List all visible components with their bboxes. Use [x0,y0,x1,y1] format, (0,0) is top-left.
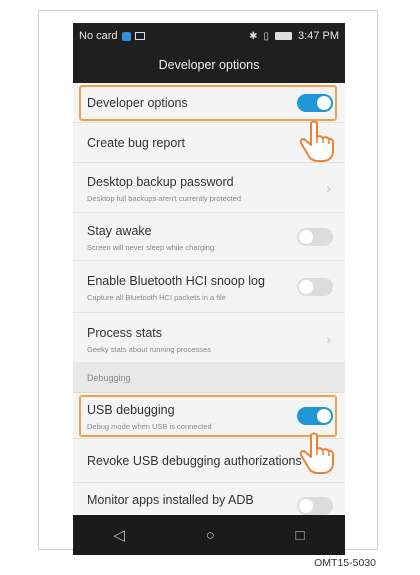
tap-hand-icon [299,432,334,474]
revoke-usb-label: Revoke USB debugging authorizations [87,454,302,468]
create-bug-report-label: Create bug report [87,136,185,150]
vibrate-icon: ▯ [263,30,270,42]
process-stats-summary: Geeky stats about running processes [87,345,211,354]
figure-frame: No card ✱ ▯ 3:47 PM Developer options De… [38,10,378,555]
back-icon[interactable]: ◁ [113,526,125,544]
toggle-knob [299,280,313,294]
desktop-backup-password-row[interactable]: Desktop backup password Desktop full bac… [73,163,345,213]
clock-text: 3:47 PM [298,30,339,42]
chevron-right-icon: › [326,180,331,196]
section-header-debugging: Debugging [73,363,345,393]
bt-hci-snoop-summary: Capture all Bluetooth HCI packets in a f… [87,293,226,302]
figure-caption: OMT15-5030 [314,557,376,569]
process-stats-label: Process stats [87,326,163,340]
sim-icon [121,31,131,41]
battery-icon [275,32,293,40]
stay-awake-label: Stay awake [87,224,152,238]
highlight-developer-options [79,85,337,121]
page-title: Developer options [73,48,345,83]
image-icon [134,32,145,40]
section-label: Debugging [87,373,131,383]
desktop-backup-password-label: Desktop backup password [87,175,234,189]
status-bar: No card ✱ ▯ 3:47 PM [73,23,345,48]
desktop-backup-password-summary: Desktop full backups aren't currently pr… [87,194,242,203]
bt-hci-snoop-toggle[interactable] [297,278,333,296]
carrier-text: No card [79,30,118,42]
stay-awake-toggle[interactable] [297,228,333,246]
stay-awake-row[interactable]: Stay awake Screen will never sleep while… [73,213,345,261]
toggle-knob [299,499,313,513]
stay-awake-summary: Screen will never sleep while charging [87,243,215,252]
bluetooth-icon: ✱ [249,30,258,42]
bt-hci-snoop-row[interactable]: Enable Bluetooth HCI snoop log Capture a… [73,261,345,313]
tap-hand-icon [299,120,334,162]
bt-hci-snoop-label: Enable Bluetooth HCI snoop log [87,274,265,288]
toggle-knob [299,230,313,244]
recent-apps-icon[interactable]: □ [296,527,305,544]
navigation-bar: ◁ ○ □ [73,515,345,555]
monitor-apps-label: Monitor apps installed by ADB [87,493,254,507]
monitor-apps-toggle[interactable] [297,497,333,515]
phone-screen: No card ✱ ▯ 3:47 PM Developer options De… [73,23,345,555]
chevron-right-icon: › [326,331,331,347]
home-icon[interactable]: ○ [206,527,215,544]
process-stats-row[interactable]: Process stats Geeky stats about running … [73,313,345,363]
